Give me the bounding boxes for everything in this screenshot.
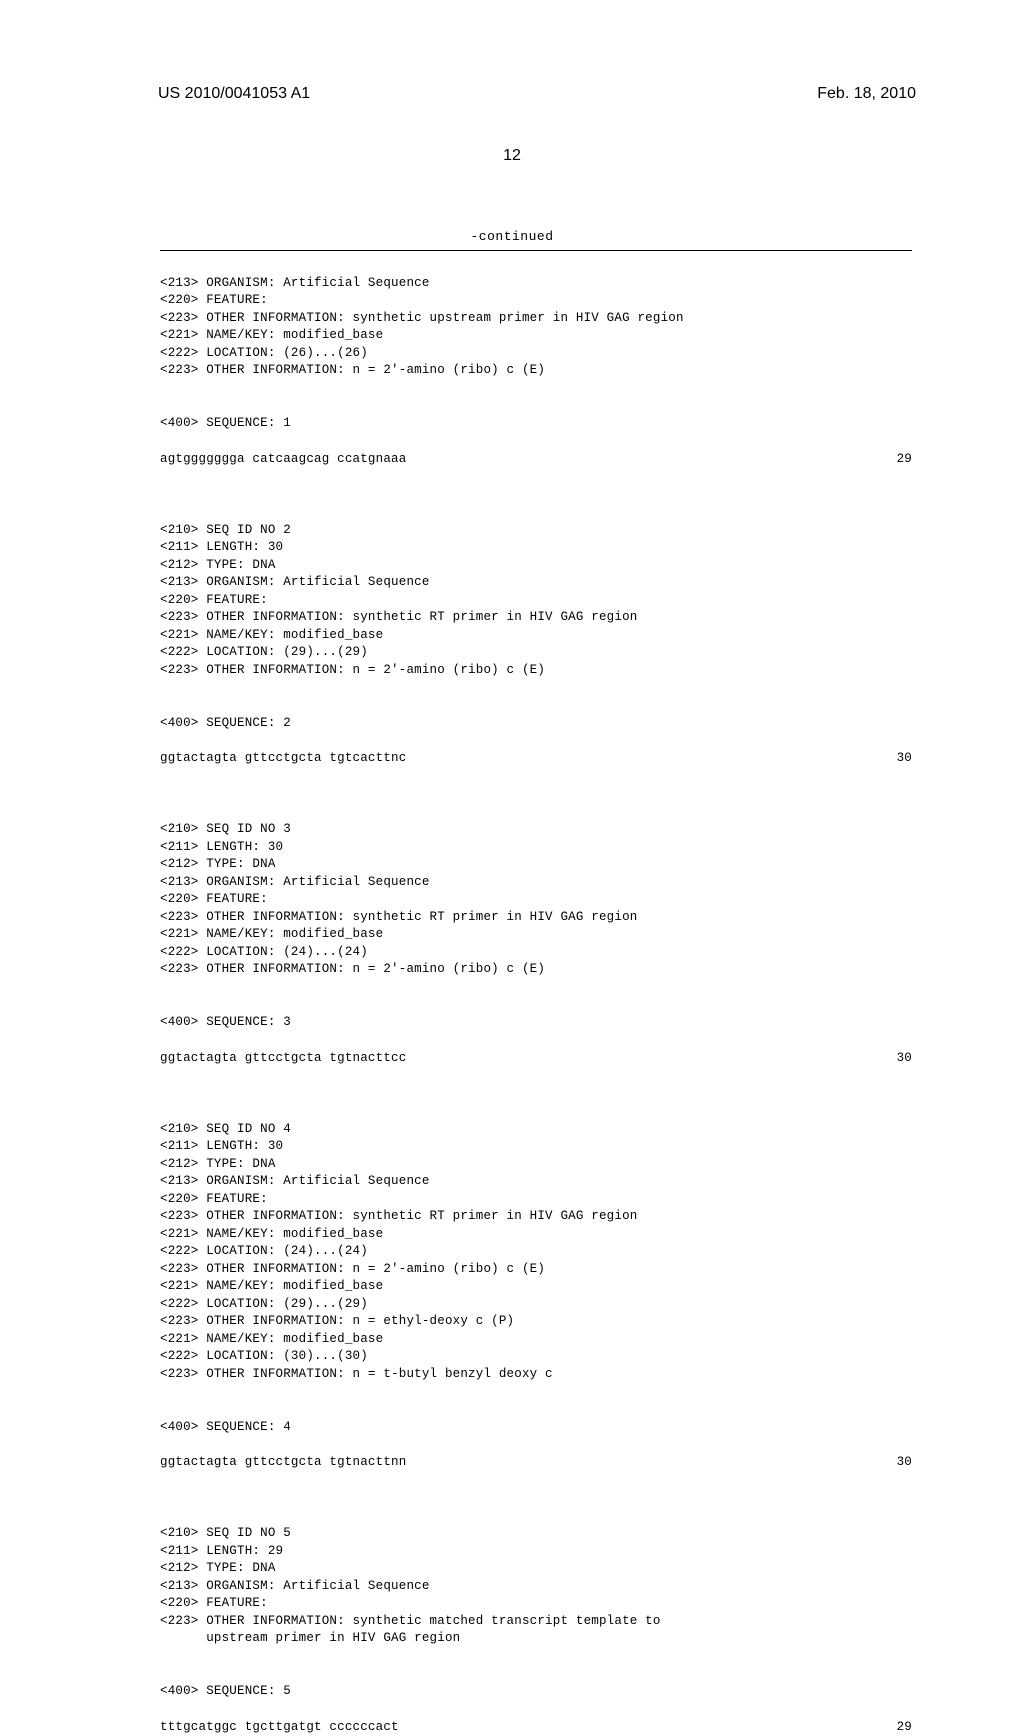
- seq-line: <223> OTHER INFORMATION: synthetic RT pr…: [160, 910, 637, 924]
- publication-date: Feb. 18, 2010: [817, 85, 916, 103]
- seq-line: <221> NAME/KEY: modified_base: [160, 628, 383, 642]
- seq-line: <212> TYPE: DNA: [160, 1561, 276, 1575]
- seq-line: <221> NAME/KEY: modified_base: [160, 1227, 383, 1241]
- seq-line: <220> FEATURE:: [160, 1596, 268, 1610]
- sequence-block: <210> SEQ ID NO 3 <211> LENGTH: 30 <212>…: [160, 804, 912, 997]
- seq-line: <223> OTHER INFORMATION: synthetic RT pr…: [160, 1209, 637, 1223]
- seq-line: <221> NAME/KEY: modified_base: [160, 1279, 383, 1293]
- sequence-block: <210> SEQ ID NO 5 <211> LENGTH: 29 <212>…: [160, 1508, 912, 1666]
- seq-line: <222> LOCATION: (30)...(30): [160, 1349, 368, 1363]
- seq-line: <223> OTHER INFORMATION: synthetic RT pr…: [160, 610, 637, 624]
- seq-line: <211> LENGTH: 30: [160, 840, 283, 854]
- seq-line: <212> TYPE: DNA: [160, 1157, 276, 1171]
- page-number: 12: [0, 147, 1024, 165]
- sequence-block: <213> ORGANISM: Artificial Sequence <220…: [160, 257, 912, 397]
- seq-line: <213> ORGANISM: Artificial Sequence: [160, 1174, 430, 1188]
- sequence-length: 29: [872, 1719, 912, 1736]
- sequence-length: 30: [872, 1050, 912, 1068]
- seq-line: <221> NAME/KEY: modified_base: [160, 1332, 383, 1346]
- sequence-length: 30: [872, 750, 912, 768]
- seq-line: <223> OTHER INFORMATION: n = 2'-amino (r…: [160, 962, 545, 976]
- seq-line: <221> NAME/KEY: modified_base: [160, 328, 383, 342]
- seq-line: <220> FEATURE:: [160, 1192, 268, 1206]
- sequence-label: <400> SEQUENCE: 5: [160, 1683, 912, 1701]
- seq-line: <212> TYPE: DNA: [160, 558, 276, 572]
- seq-line: <211> LENGTH: 30: [160, 540, 283, 554]
- seq-line: <222> LOCATION: (26)...(26): [160, 346, 368, 360]
- seq-line: <211> LENGTH: 29: [160, 1544, 283, 1558]
- sequence-data: ggtactagta gttcctgcta tgtnacttcc: [160, 1050, 872, 1068]
- seq-line: <223> OTHER INFORMATION: synthetic match…: [160, 1614, 661, 1628]
- divider: [160, 250, 912, 251]
- publication-number: US 2010/0041053 A1: [158, 85, 310, 103]
- seq-line: <220> FEATURE:: [160, 293, 268, 307]
- seq-line: <223> OTHER INFORMATION: n = 2'-amino (r…: [160, 1262, 545, 1276]
- seq-line: <222> LOCATION: (29)...(29): [160, 1297, 368, 1311]
- seq-line: <223> OTHER INFORMATION: n = t-butyl ben…: [160, 1367, 553, 1381]
- seq-line: <220> FEATURE:: [160, 593, 268, 607]
- seq-line: <223> OTHER INFORMATION: n = ethyl-deoxy…: [160, 1314, 514, 1328]
- sequence-length: 29: [872, 451, 912, 469]
- seq-line: <222> LOCATION: (24)...(24): [160, 945, 368, 959]
- seq-line: <220> FEATURE:: [160, 892, 268, 906]
- seq-line: upstream primer in HIV GAG region: [160, 1631, 460, 1645]
- continued-label: -continued: [0, 229, 1024, 244]
- sequence-label: <400> SEQUENCE: 4: [160, 1419, 912, 1437]
- seq-line: <210> SEQ ID NO 4: [160, 1122, 291, 1136]
- seq-line: <210> SEQ ID NO 3: [160, 822, 291, 836]
- seq-line: <223> OTHER INFORMATION: n = 2'-amino (r…: [160, 663, 545, 677]
- seq-line: <213> ORGANISM: Artificial Sequence: [160, 276, 430, 290]
- seq-line: <223> OTHER INFORMATION: synthetic upstr…: [160, 311, 684, 325]
- sequence-label: <400> SEQUENCE: 1: [160, 415, 912, 433]
- sequence-label: <400> SEQUENCE: 3: [160, 1014, 912, 1032]
- seq-line: <213> ORGANISM: Artificial Sequence: [160, 875, 430, 889]
- seq-line: <211> LENGTH: 30: [160, 1139, 283, 1153]
- sequence-data: agtggggggga catcaagcag ccatgnaaa: [160, 451, 872, 469]
- sequence-label: <400> SEQUENCE: 2: [160, 715, 912, 733]
- seq-line: <212> TYPE: DNA: [160, 857, 276, 871]
- seq-line: <223> OTHER INFORMATION: n = 2'-amino (r…: [160, 363, 545, 377]
- seq-line: <210> SEQ ID NO 2: [160, 523, 291, 537]
- sequence-data: ggtactagta gttcctgcta tgtcacttnc: [160, 750, 872, 768]
- sequence-block: <210> SEQ ID NO 4 <211> LENGTH: 30 <212>…: [160, 1103, 912, 1401]
- seq-line: <213> ORGANISM: Artificial Sequence: [160, 1579, 430, 1593]
- sequence-length: 30: [872, 1454, 912, 1472]
- seq-line: <210> SEQ ID NO 5: [160, 1526, 291, 1540]
- sequence-data: tttgcatggc tgcttgatgt ccccccact: [160, 1719, 872, 1736]
- seq-line: <222> LOCATION: (24)...(24): [160, 1244, 368, 1258]
- seq-line: <221> NAME/KEY: modified_base: [160, 927, 383, 941]
- sequence-data: ggtactagta gttcctgcta tgtnacttnn: [160, 1454, 872, 1472]
- seq-line: <213> ORGANISM: Artificial Sequence: [160, 575, 430, 589]
- sequence-block: <210> SEQ ID NO 2 <211> LENGTH: 30 <212>…: [160, 504, 912, 697]
- seq-line: <222> LOCATION: (29)...(29): [160, 645, 368, 659]
